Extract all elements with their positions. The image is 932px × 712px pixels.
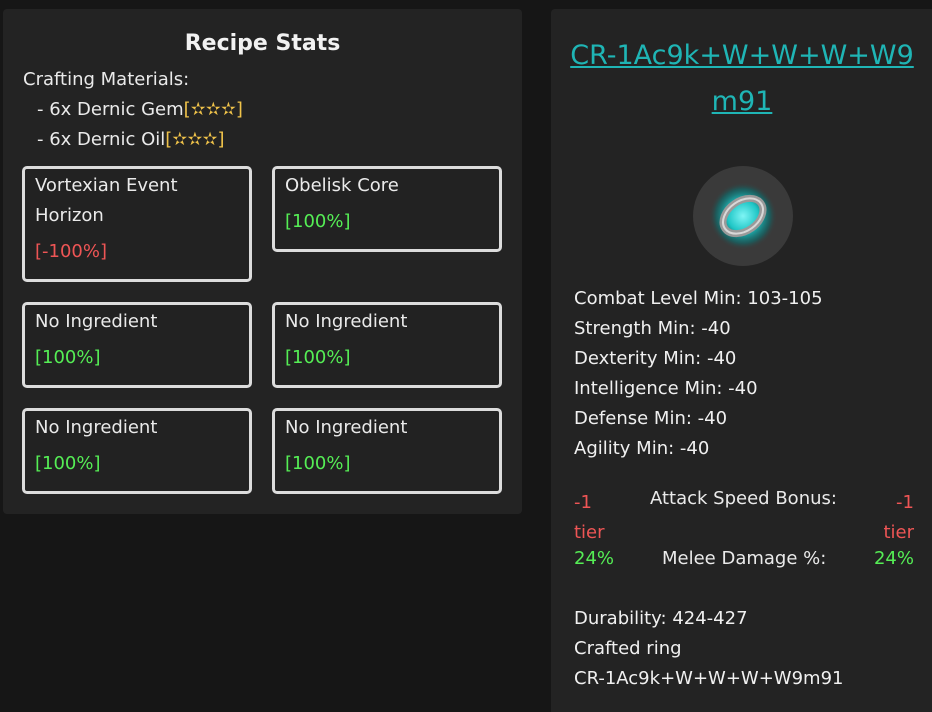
item-hash: CR-1Ac9k+W+W+W+W9m91 xyxy=(574,668,844,689)
ingredient-name: No Ingredient xyxy=(285,417,408,438)
material-item: - 6x Dernic Gem[✫✫✫] xyxy=(37,99,243,120)
ingredient-effectiveness: [100%] xyxy=(285,453,351,474)
ingredient-name: No Ingredient xyxy=(35,311,158,332)
ingredient-slot[interactable]: Obelisk Core [100%] xyxy=(272,166,502,252)
ring-icon xyxy=(693,166,793,266)
requirement-stat: Strength Min: -40 xyxy=(574,318,731,339)
identification-row: -1 tier Attack Speed Bonus: -1 tier xyxy=(574,488,914,548)
ingredient-effectiveness: [100%] xyxy=(35,453,101,474)
requirement-stat: Defense Min: -40 xyxy=(574,408,728,429)
id-max-value: 24% xyxy=(873,548,914,569)
recipe-stats-title: Recipe Stats xyxy=(184,31,341,56)
requirement-stat: Intelligence Min: -40 xyxy=(574,378,758,399)
ingredient-effectiveness: [100%] xyxy=(285,211,351,232)
ingredient-effectiveness: [100%] xyxy=(35,347,101,368)
requirement-stat: Combat Level Min: 103-105 xyxy=(574,288,823,309)
requirement-stat: Dexterity Min: -40 xyxy=(574,348,737,369)
ingredient-effectiveness: [-100%] xyxy=(35,241,107,262)
material-item: - 6x Dernic Oil[✫✫✫] xyxy=(37,129,225,150)
ingredient-name: No Ingredient xyxy=(35,417,158,438)
requirement-stat: Agility Min: -40 xyxy=(574,438,710,459)
id-label: Melee Damage %: xyxy=(662,548,827,569)
ingredient-effectiveness: [100%] xyxy=(285,347,351,368)
ingredient-slot[interactable]: No Ingredient [100%] xyxy=(22,302,252,388)
crafted-item-panel: CR-1Ac9k+W+W+W+W9m91 Combat Level Min: 1… xyxy=(551,9,932,712)
material-text: - 6x Dernic Oil xyxy=(37,129,166,150)
id-min-value: 24% xyxy=(574,548,615,569)
ingredient-name: No Ingredient xyxy=(285,311,408,332)
ingredient-slot[interactable]: No Ingredient [100%] xyxy=(272,302,502,388)
id-max-value: -1 tier xyxy=(883,492,914,543)
ingredient-slot[interactable]: No Ingredient [100%] xyxy=(272,408,502,494)
ingredient-name: Vortexian Event Horizon xyxy=(35,175,178,226)
id-min-value: -1 tier xyxy=(574,492,605,543)
recipe-stats-panel: Recipe Stats Crafting Materials: - 6x De… xyxy=(3,9,522,514)
item-type-label: Crafted ring xyxy=(574,638,682,659)
material-text: - 6x Dernic Gem xyxy=(37,99,184,120)
ingredient-name: Obelisk Core xyxy=(285,175,399,196)
material-stars: [✫✫✫] xyxy=(183,99,243,120)
item-name-link[interactable]: CR-1Ac9k+W+W+W+W9m91 xyxy=(561,33,923,125)
ingredient-slot[interactable]: Vortexian Event Horizon [-100%] xyxy=(22,166,252,282)
crafting-materials-header: Crafting Materials: xyxy=(23,69,190,90)
identification-row: 24% Melee Damage %: 24% xyxy=(574,548,914,578)
ingredient-slot[interactable]: No Ingredient [100%] xyxy=(22,408,252,494)
durability-stat: Durability: 424-427 xyxy=(574,608,748,629)
id-label: Attack Speed Bonus: xyxy=(650,488,837,509)
material-stars: [✫✫✫] xyxy=(165,129,225,150)
